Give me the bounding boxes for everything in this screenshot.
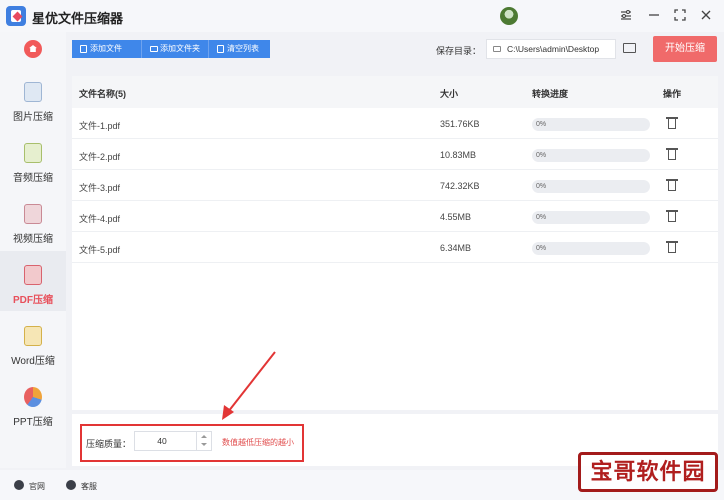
close-icon[interactable] [699,8,713,22]
add-file-label: 添加文件 [90,44,122,53]
sidebar-item-ppt[interactable]: PPT压缩 [0,373,66,433]
sidebar-item-audio[interactable]: 音频压缩 [0,129,66,189]
file-size: 4.55MB [440,212,472,222]
sidebar-item-image[interactable]: 图片压缩 [0,68,66,128]
watermark-logo: 宝哥软件园 [578,452,718,492]
quality-hint: 数值越低压缩的越小 [222,438,294,447]
start-compress-button[interactable]: 开始压缩 [653,36,717,62]
save-dir-value: C:\Users\admin\Desktop [507,44,600,54]
trash-icon [217,45,224,53]
app-logo-icon [6,6,26,26]
sidebar-item-word[interactable]: Word压缩 [0,312,66,372]
progress-bar: 0% [532,242,650,255]
open-folder-icon[interactable] [623,43,636,53]
sidebar-item-video[interactable]: 视频压缩 [0,190,66,250]
minimize-icon[interactable] [647,8,661,22]
settings-icon[interactable] [619,8,633,22]
word-icon [24,326,42,346]
add-folder-button[interactable]: 添加文件夹 [141,40,208,58]
sidebar: 图片压缩 音频压缩 视频压缩 PDF压缩 Word压缩 PPT压缩 [0,32,66,468]
file-name: 文件-3.pdf [79,183,121,193]
delete-icon[interactable] [666,116,678,129]
video-icon [24,204,42,224]
sidebar-item-label: 音频压缩 [13,173,53,184]
quality-stepper[interactable] [196,432,210,450]
folder-icon [150,46,158,52]
header-name: 文件名称(5) [79,89,126,99]
file-icon [80,45,87,53]
pdf-icon [24,265,42,285]
delete-icon[interactable] [666,209,678,222]
progress-bar: 0% [532,149,650,162]
table-row: 文件-2.pdf 10.83MB 0% [72,139,718,170]
progress-bar: 0% [532,211,650,224]
table-header: 文件名称(5) 大小 转换进度 操作 [72,76,718,108]
table-row: 文件-1.pdf 351.76KB 0% [72,108,718,139]
website-link[interactable]: 官网 [29,481,45,492]
home-icon[interactable] [24,40,42,58]
file-name: 文件-2.pdf [79,152,121,162]
add-file-button[interactable]: 添加文件 [72,40,141,58]
file-list-panel: 文件名称(5) 大小 转换进度 操作 文件-1.pdf 351.76KB 0% … [72,76,718,410]
folder-icon [493,46,501,52]
stepper-up-icon[interactable] [201,435,207,438]
support-link[interactable]: 客服 [81,481,97,492]
table-row: 文件-5.pdf 6.34MB 0% [72,232,718,263]
music-icon [24,143,42,163]
delete-icon[interactable] [666,147,678,160]
table-row: 文件-4.pdf 4.55MB 0% [72,201,718,232]
file-name: 文件-4.pdf [79,214,121,224]
sidebar-item-label: PPT压缩 [13,417,53,428]
delete-icon[interactable] [666,178,678,191]
progress-text: 0% [536,152,547,159]
progress-bar: 0% [532,180,650,193]
support-icon[interactable] [66,480,76,490]
header-action: 操作 [663,89,682,99]
stepper-down-icon[interactable] [201,443,207,446]
header-progress: 转换进度 [532,89,569,99]
progress-text: 0% [536,214,547,221]
avatar[interactable] [500,7,518,25]
progress-text: 0% [536,245,547,252]
clear-list-label: 清空列表 [227,44,259,53]
clear-list-button[interactable]: 清空列表 [208,40,270,58]
sidebar-item-label: PDF压缩 [13,295,53,306]
header-size: 大小 [440,89,459,99]
title-bar: 星优文件压缩器 [0,0,724,32]
sidebar-item-pdf[interactable]: PDF压缩 [0,251,66,311]
progress-text: 0% [536,121,547,128]
quality-label: 压缩质量： [86,439,132,449]
save-dir-label: 保存目录： [436,46,482,56]
sidebar-item-label: 图片压缩 [13,112,53,123]
delete-icon[interactable] [666,240,678,253]
file-size: 6.34MB [440,243,472,253]
website-icon[interactable] [14,480,24,490]
file-name: 文件-5.pdf [79,245,121,255]
file-size: 351.76KB [440,119,480,129]
table-row: 文件-3.pdf 742.32KB 0% [72,170,718,201]
progress-text: 0% [536,183,547,190]
save-dir-field[interactable]: C:\Users\admin\Desktop [486,39,616,59]
maximize-icon[interactable] [673,8,687,22]
file-size: 10.83MB [440,150,477,160]
app-title: 星优文件压缩器 [32,11,124,26]
progress-bar: 0% [532,118,650,131]
file-name: 文件-1.pdf [79,121,121,131]
ppt-icon [24,387,42,407]
file-size: 742.32KB [440,181,480,191]
image-icon [24,82,42,102]
sidebar-item-label: Word压缩 [11,356,55,367]
add-folder-label: 添加文件夹 [160,44,200,53]
sidebar-item-label: 视频压缩 [13,234,53,245]
